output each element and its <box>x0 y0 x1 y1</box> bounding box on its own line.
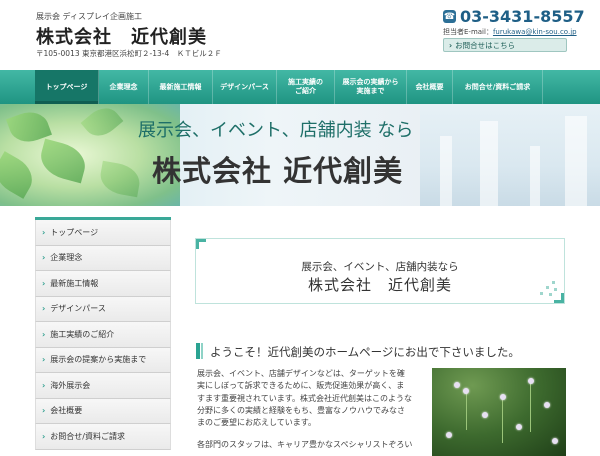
hero-exhibition-hall <box>420 104 600 206</box>
chevron-right-icon: › <box>42 329 46 339</box>
dot-decoration <box>536 281 558 297</box>
contact-button[interactable]: › お問合せはこちら <box>443 38 567 52</box>
phone-number[interactable]: 03-3431-8557 <box>460 7 585 26</box>
sidebar-item-label: 海外展示会 <box>50 380 91 390</box>
sidebar-item-latest[interactable]: › 最新施工情報 <box>35 271 171 297</box>
intro-box-title: 株式会社 近代創美 <box>307 276 452 294</box>
corner-decoration <box>196 239 206 249</box>
sidebar-item-label: 施工実績のご紹介 <box>50 329 115 339</box>
nav-latest-label: 最新施工情報 <box>159 82 202 91</box>
sidebar-item-label: デザインパース <box>50 304 106 314</box>
nav-contact-label: お問合せ/資料ご請求 <box>464 82 531 91</box>
nav-top-label: トップページ <box>45 82 88 91</box>
chevron-right-icon: › <box>42 380 46 390</box>
chevron-right-icon: › <box>42 253 46 263</box>
nav-design-label: デザインパース <box>220 82 269 91</box>
site-tagline: 展示会 ディスプレイ企画施工 <box>36 12 142 21</box>
sidebar-item-works[interactable]: › 施工実績のご紹介 <box>35 322 171 348</box>
email-line: 担当者E-mail：furukawa@kin-sou.co.jp <box>443 27 577 37</box>
chevron-right-icon: › <box>42 304 46 314</box>
intro-box: 展示会、イベント、店舗内装なら 株式会社 近代創美 <box>195 238 565 304</box>
heading-accent <box>196 343 200 359</box>
sidebar-item-overseas[interactable]: › 海外展示会 <box>35 373 171 399</box>
hero-title: 株式会社 近代創美 <box>152 154 404 188</box>
flower-photo <box>432 368 566 456</box>
nav-proposal[interactable]: 展示会の実績から 実施まで <box>335 70 407 104</box>
intro-box-subtitle: 展示会、イベント、店舗内装なら <box>301 261 459 273</box>
leaf-shape <box>97 160 143 198</box>
sidebar-menu: › トップページ › 企業理念 › 最新施工情報 › デザインパース › 施工実績のご紹介… <box>35 217 171 450</box>
sidebar-item-top[interactable]: › トップページ <box>35 220 171 246</box>
leaf-shape <box>0 151 40 199</box>
leaf-shape <box>80 104 124 143</box>
hall-pillar <box>440 136 452 206</box>
site-header: 展示会 ディスプレイ企画施工 株式会社 近代創美 〒105-0013 東京都港区… <box>0 0 600 70</box>
nav-top[interactable]: トップページ <box>35 70 99 104</box>
chevron-right-icon: › <box>42 278 46 288</box>
sidebar-item-label: トップページ <box>50 227 99 237</box>
heading-accent <box>201 343 203 359</box>
sidebar-item-label: 最新施工情報 <box>50 278 99 288</box>
staff-paragraph: 各部門のスタッフは、キャリア豊かなスペシャリストぞろい <box>197 440 413 449</box>
sidebar-item-design[interactable]: › デザインパース <box>35 296 171 322</box>
sidebar-item-label: お問合せ/資料ご請求 <box>50 431 125 441</box>
nav-philosophy[interactable]: 企業理念 <box>99 70 149 104</box>
phone-icon: ☎ <box>443 10 456 23</box>
chevron-right-icon: › <box>42 431 46 441</box>
sidebar-item-philosophy[interactable]: › 企業理念 <box>35 245 171 271</box>
intro-paragraph: 展示会、イベント、店舗デザインなどは、ターゲットを確実にしぼって訴求できるために… <box>197 369 412 428</box>
sidebar-item-contact[interactable]: › お問合せ/資料ご請求 <box>35 424 171 450</box>
nav-contact[interactable]: お問合せ/資料ご請求 <box>453 70 543 104</box>
sidebar-item-proposal[interactable]: › 展示会の提案から実施まで <box>35 347 171 373</box>
chevron-right-icon: › <box>42 355 46 365</box>
nav-design[interactable]: デザインパース <box>213 70 277 104</box>
sidebar-item-company[interactable]: › 会社概要 <box>35 398 171 424</box>
nav-works[interactable]: 施工実績の ご紹介 <box>277 70 335 104</box>
email-link[interactable]: furukawa@kin-sou.co.jp <box>493 28 577 36</box>
company-address: 〒105-0013 東京都港区浜松町２-13-4 ＫＴビル２Ｆ <box>36 49 222 58</box>
hall-pillar <box>530 146 540 206</box>
chevron-right-icon: › <box>42 227 46 237</box>
nav-works-label: 施工実績の ご紹介 <box>288 78 323 95</box>
chevron-right-icon: › <box>42 406 46 416</box>
sidebar-item-label: 会社概要 <box>50 406 83 416</box>
nav-company[interactable]: 会社概要 <box>407 70 453 104</box>
welcome-heading: ようこそ！近代創美のホームページにお出で下さいました。 <box>210 345 520 359</box>
chevron-right-icon: › <box>449 40 453 50</box>
hall-pillar <box>480 121 498 206</box>
leaf-shape <box>36 138 90 184</box>
sidebar-item-label: 展示会の提案から実施まで <box>50 355 147 365</box>
hall-pillar <box>565 116 587 206</box>
phone-block: ☎ 03-3431-8557 <box>443 7 585 26</box>
nav-philosophy-label: 企業理念 <box>109 82 138 91</box>
nav-latest[interactable]: 最新施工情報 <box>149 70 213 104</box>
email-label: 担当者E-mail： <box>443 28 493 36</box>
sidebar-item-label: 企業理念 <box>50 253 83 263</box>
contact-button-label: お問合せはこちら <box>455 40 516 50</box>
nav-company-label: 会社概要 <box>415 82 444 91</box>
company-logo-text[interactable]: 株式会社 近代創美 <box>36 23 207 49</box>
main-nav: トップページ 企業理念 最新施工情報 デザインパース 施工実績の ご紹介 展示会… <box>0 70 600 104</box>
nav-proposal-label: 展示会の実績から 実施まで <box>342 78 399 95</box>
hero-subtitle: 展示会、イベント、店舗内装 なら <box>138 120 414 141</box>
